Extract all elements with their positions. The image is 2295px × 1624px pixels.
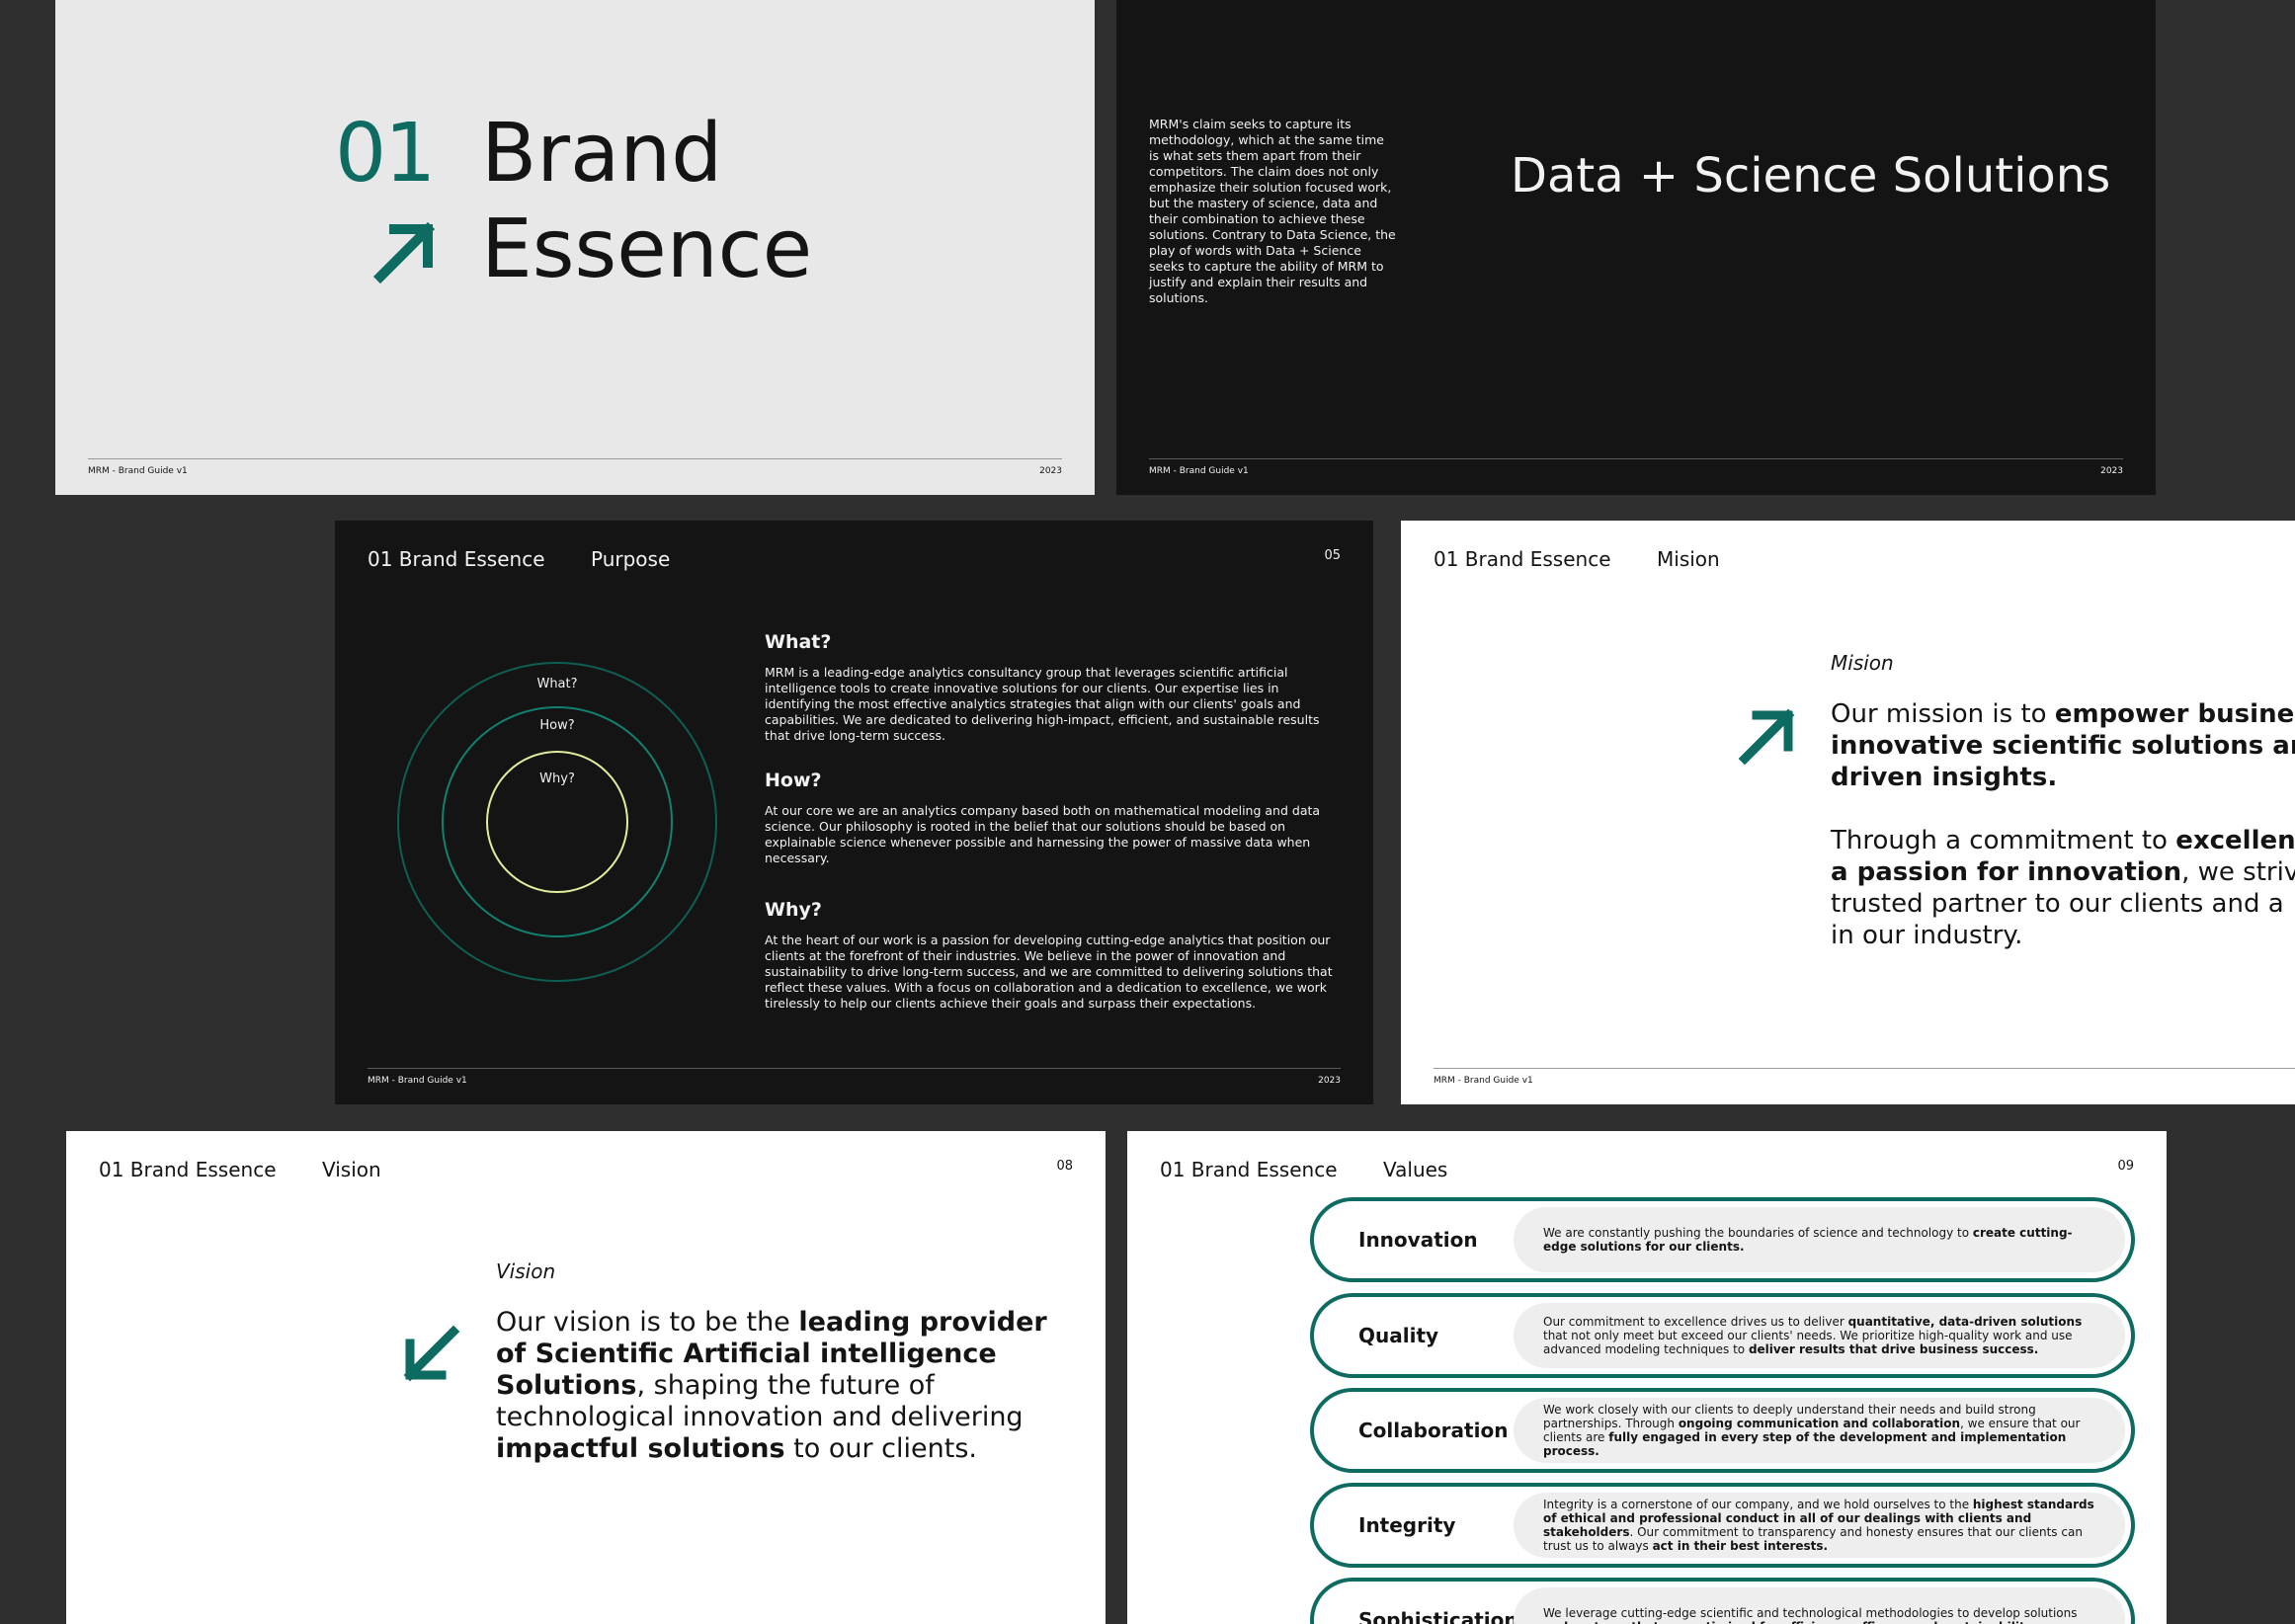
arrow-up-right-icon [372,221,436,284]
value-name: Sophistication [1358,1608,1518,1624]
value-description: Our commitment to excellence drives us t… [1514,1303,2125,1368]
footer-year: 2023 [2100,466,2123,476]
slide-subtitle: Purpose [591,547,671,571]
section-title: How? [765,770,822,791]
text-run-bold: act in their best interests. [1652,1539,1829,1553]
section-title: What? [765,631,832,653]
value-name: Collaboration [1358,1419,1509,1442]
vision-label: Vision [496,1259,556,1283]
section-text: At the heart of our work is a passion fo… [765,933,1333,1011]
footer-divider [1434,1068,2295,1069]
circle-label-how: How? [539,718,574,733]
value-description: Integrity is a cornerstone of our compan… [1514,1493,2125,1558]
footer-year: 2023 [1318,1076,1341,1086]
text-run-bold: quantitative, data-driven solutions [1847,1315,2083,1329]
section-label: 01 Brand Essence [1434,547,1611,571]
footer-label: MRM - Brand Guide v1 [1149,466,1249,476]
text-run-bold: excellenc [2175,826,2295,855]
section-why: Why? At the heart of our work is a passi… [765,899,1348,1012]
section-text: MRM is a leading-edge analytics consulta… [765,665,1320,743]
value-description: We are constantly pushing the boundaries… [1514,1207,2125,1272]
footer-year: 2023 [1039,466,1062,476]
slide-subtitle: Mision [1657,547,1720,571]
text-run: in our industry. [1831,921,2023,950]
text-run: We leverage cutting-edge scientific and … [1543,1606,2078,1620]
value-name: Quality [1358,1324,1439,1347]
slide-vision[interactable]: 01 Brand Essence Vision 08 Vision Our vi… [66,1131,1106,1624]
circle-label-what: What? [536,677,577,691]
footer-divider [88,458,1062,459]
value-description: We work closely with our clients to deep… [1514,1398,2125,1463]
mission-statement: Our mission is to empower businesse inno… [1831,698,2295,951]
value-name: Integrity [1358,1513,1456,1537]
vision-statement: Our vision is to be the leading provider… [496,1307,1049,1465]
text-run-bold: empower businesse [2054,699,2295,729]
arrow-up-right-icon [1738,708,1795,766]
text-run-bold: fully engaged in every step of the devel… [1543,1430,2067,1458]
slide-subtitle: Values [1383,1158,1448,1181]
slide-values[interactable]: 01 Brand Essence Values 09 Innovation We … [1127,1131,2167,1624]
page-number: 08 [1056,1159,1073,1174]
title-line-1: Brand [481,107,723,201]
mission-label: Mision [1831,651,1894,675]
section-number: 01 [335,107,436,201]
slide-subtitle: Vision [322,1158,381,1181]
text-run: trusted partner to our clients and a [1831,889,2284,919]
footer-label: MRM - Brand Guide v1 [88,466,188,476]
text-run: Our vision is to be the [496,1307,799,1338]
footer-divider [368,1068,1341,1069]
text-run-bold: deliver results that drive business succ… [1748,1342,2039,1356]
text-run: Through a commitment to [1831,826,2176,855]
value-pill-innovation: Innovation We are constantly pushing the … [1310,1197,2135,1282]
circle-label-why: Why? [539,771,575,786]
text-run-bold: impactful solutions [496,1433,785,1464]
slide-purpose[interactable]: 01 Brand Essence Purpose 05 What? How? W… [335,521,1373,1104]
section-what: What? MRM is a leading-edge analytics co… [765,631,1348,744]
golden-circle-diagram: What? How? Why? [397,662,717,982]
text-run: Our commitment to excellence drives us t… [1543,1315,1848,1329]
value-description: We leverage cutting-edge scientific and … [1514,1587,2125,1624]
section-label: 01 Brand Essence [1160,1158,1338,1181]
footer-label: MRM - Brand Guide v1 [368,1076,467,1086]
footer-divider [1149,458,2123,459]
arrow-down-left-icon [403,1325,460,1382]
text-run-bold: and systems that are optimized for effic… [1543,1620,2036,1624]
text-run: Our mission is to [1831,699,2055,729]
text-run-bold: innovative scientific solutions and d [1831,731,2295,761]
text-run-bold: ongoing communication and collaboration [1678,1417,1961,1430]
text-run: to our clients. [784,1433,977,1464]
section-label: 01 Brand Essence [368,547,545,571]
section-text: At our core we are an analytics company … [765,803,1321,865]
value-name: Innovation [1358,1228,1478,1252]
page-number: 05 [1324,548,1341,563]
claim-headline: Data + Science Solutions [1511,148,2111,203]
claim-paragraph: MRM's claim seeks to capture its methodo… [1149,117,1396,305]
text-run: Integrity is a cornerstone of our compan… [1543,1498,1973,1511]
value-pill-sophistication: Sophistication We leverage cutting-edge s… [1310,1578,2135,1624]
section-label: 01 Brand Essence [99,1158,277,1181]
section-how: How? At our core we are an analytics com… [765,770,1348,866]
value-pill-collaboration: Collaboration We work closely with our cl… [1310,1388,2135,1473]
section-title: Why? [765,899,822,921]
slide-claim[interactable]: MRM's claim seeks to capture its methodo… [1116,0,2156,495]
value-pill-integrity: Integrity Integrity is a cornerstone of o… [1310,1483,2135,1568]
title-line-2: Essence [481,203,813,296]
slide-mission[interactable]: 01 Brand Essence Mision Mision Our missi… [1401,521,2295,1104]
value-pill-quality: Quality Our commitment to excellence driv… [1310,1293,2135,1378]
slide-brand-essence-title[interactable]: 01 Brand Essence MRM - Brand Guide v1 20… [55,0,1095,495]
text-run-bold: a passion for innovation [1831,857,2182,887]
text-run: , we strive to [2181,857,2295,887]
text-run: We are constantly pushing the boundaries… [1543,1226,1973,1240]
footer-label: MRM - Brand Guide v1 [1434,1076,1533,1086]
text-run-bold: driven insights. [1831,763,2058,792]
page-number: 09 [2117,1159,2134,1174]
